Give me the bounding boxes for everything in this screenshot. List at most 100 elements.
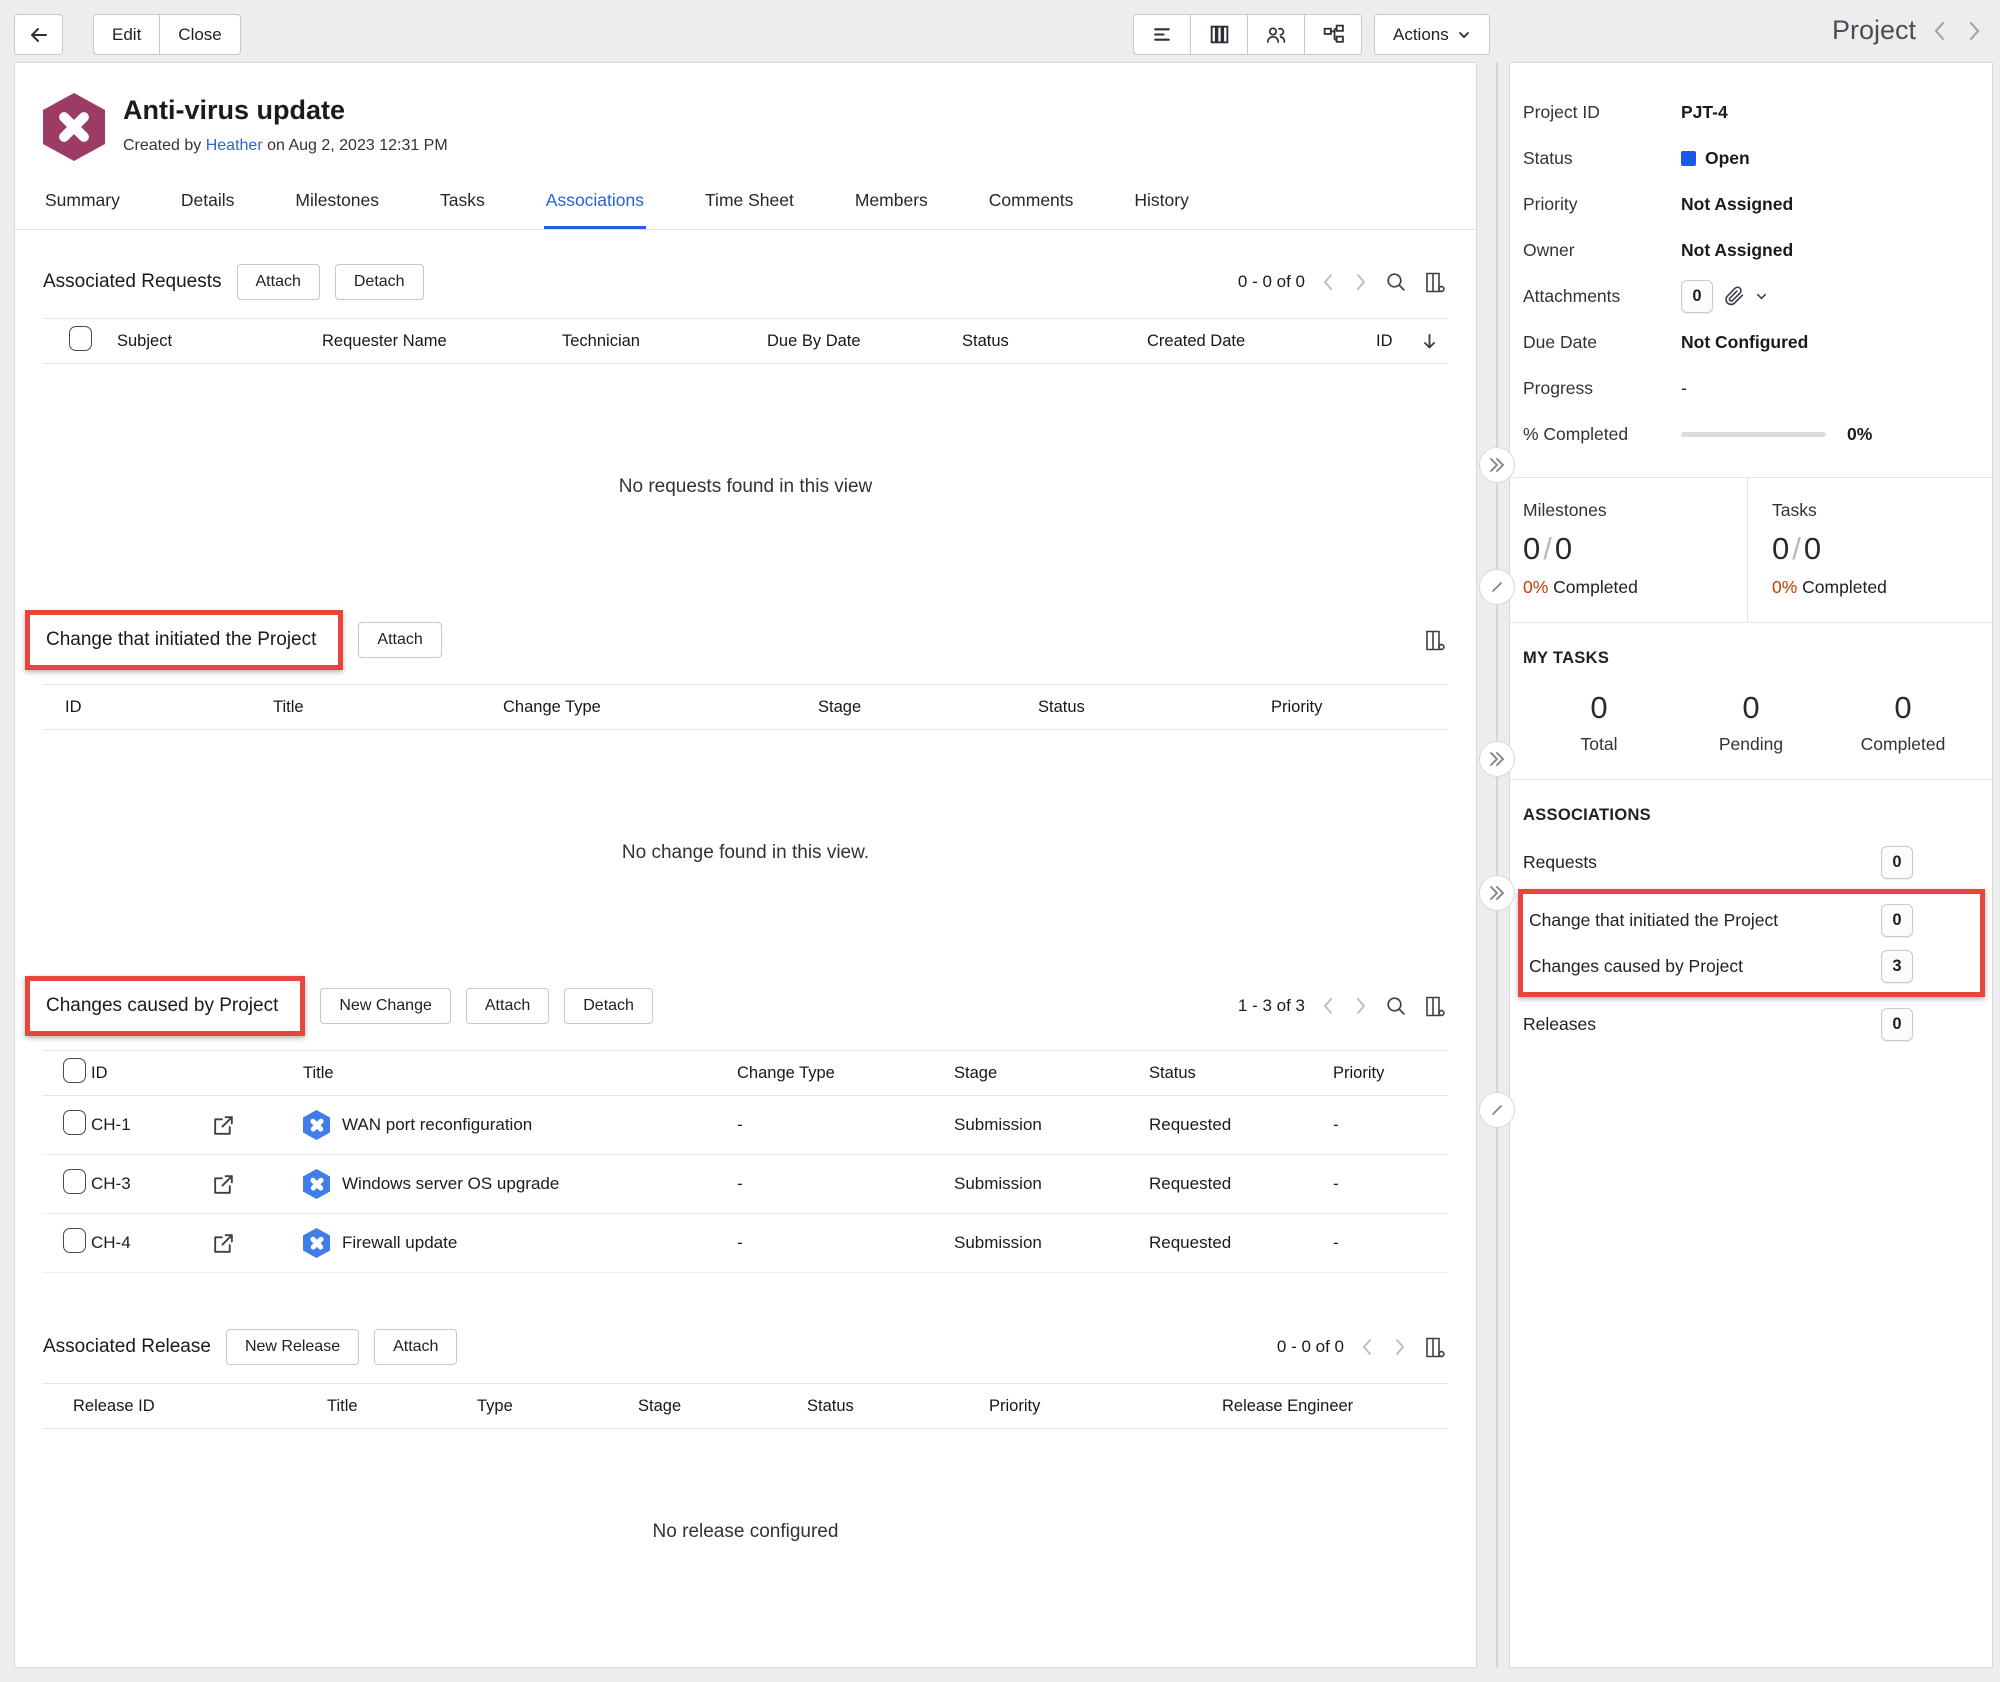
changes-caused-next-page-icon[interactable]	[1352, 995, 1369, 1017]
tab-associations[interactable]: Associations	[544, 177, 646, 229]
tab-comments[interactable]: Comments	[987, 177, 1076, 229]
tab-milestones[interactable]: Milestones	[293, 177, 381, 229]
col-status[interactable]: Status	[1149, 1064, 1333, 1083]
associations-releases-count[interactable]: 0	[1881, 1008, 1913, 1041]
release-attach-button[interactable]: Attach	[374, 1329, 457, 1365]
associations-changes-caused-count[interactable]: 3	[1881, 950, 1913, 983]
attachments-chevron-down-icon[interactable]	[1755, 290, 1768, 303]
requests-select-all-checkbox[interactable]	[69, 326, 92, 351]
change-row[interactable]: CH-3 Windows server OS upgrade - Submiss…	[43, 1155, 1448, 1214]
col-id[interactable]: ID	[1376, 332, 1393, 351]
col-requester-name[interactable]: Requester Name	[322, 332, 562, 351]
row-checkbox[interactable]	[63, 1110, 86, 1135]
priority-value[interactable]: Not Assigned	[1681, 194, 1793, 215]
col-priority[interactable]: Priority	[1333, 1064, 1448, 1083]
change-initiated-attach-button[interactable]: Attach	[358, 622, 441, 658]
new-release-button[interactable]: New Release	[226, 1329, 359, 1365]
col-release-engineer[interactable]: Release Engineer	[1222, 1397, 1448, 1416]
row-checkbox[interactable]	[63, 1228, 86, 1253]
col-due-by-date[interactable]: Due By Date	[767, 332, 962, 351]
due-date-value[interactable]: Not Configured	[1681, 332, 1808, 353]
new-change-button[interactable]: New Change	[320, 988, 451, 1024]
requests-next-page-icon[interactable]	[1352, 271, 1369, 293]
release-next-page-icon[interactable]	[1391, 1336, 1408, 1358]
gantt-view-button[interactable]	[1133, 14, 1191, 55]
change-title[interactable]: WAN port reconfiguration	[342, 1115, 532, 1135]
status-badge[interactable]: Open	[1705, 148, 1750, 169]
change-initiated-column-settings-icon[interactable]	[1423, 628, 1448, 653]
col-status[interactable]: Status	[962, 332, 1147, 351]
tab-summary[interactable]: Summary	[43, 177, 122, 229]
col-id[interactable]: ID	[43, 698, 273, 717]
changes-select-all-checkbox[interactable]	[63, 1058, 86, 1083]
changes-caused-prev-page-icon[interactable]	[1320, 995, 1337, 1017]
tab-members[interactable]: Members	[853, 177, 930, 229]
col-title[interactable]: Title	[303, 1064, 737, 1083]
col-technician[interactable]: Technician	[562, 332, 767, 351]
col-change-type[interactable]: Change Type	[737, 1064, 954, 1083]
hierarchy-view-button[interactable]	[1304, 14, 1362, 55]
release-column-settings-icon[interactable]	[1423, 1335, 1448, 1360]
col-stage[interactable]: Stage	[954, 1064, 1149, 1083]
col-title[interactable]: Title	[327, 1397, 477, 1416]
paperclip-icon[interactable]	[1722, 284, 1746, 308]
tab-history[interactable]: History	[1132, 177, 1190, 229]
resize-handle[interactable]	[1479, 569, 1515, 605]
my-tasks-total-stat[interactable]: 0 Total	[1523, 690, 1675, 755]
open-in-new-window-icon[interactable]	[211, 1172, 303, 1197]
col-status[interactable]: Status	[807, 1397, 989, 1416]
col-stage[interactable]: Stage	[638, 1397, 807, 1416]
row-checkbox[interactable]	[63, 1169, 86, 1194]
change-title[interactable]: Firewall update	[342, 1233, 457, 1253]
requests-attach-button[interactable]: Attach	[237, 264, 320, 300]
tab-details[interactable]: Details	[179, 177, 237, 229]
tasks-stat[interactable]: Tasks 0/0 0% Completed	[1747, 478, 1992, 622]
release-prev-page-icon[interactable]	[1359, 1336, 1376, 1358]
requests-detach-button[interactable]: Detach	[335, 264, 424, 300]
associations-requests-count[interactable]: 0	[1881, 846, 1913, 879]
requests-column-settings-icon[interactable]	[1423, 270, 1448, 295]
associations-change-initiated-count[interactable]: 0	[1881, 904, 1913, 937]
col-priority[interactable]: Priority	[989, 1397, 1222, 1416]
changes-caused-column-settings-icon[interactable]	[1423, 994, 1448, 1019]
next-record-icon[interactable]	[1964, 18, 1984, 44]
changes-caused-detach-button[interactable]: Detach	[564, 988, 653, 1024]
open-in-new-window-icon[interactable]	[211, 1231, 303, 1256]
back-button[interactable]	[14, 14, 63, 55]
col-type[interactable]: Type	[477, 1397, 638, 1416]
my-tasks-pending-stat[interactable]: 0 Pending	[1675, 690, 1827, 755]
milestones-stat[interactable]: Milestones 0/0 0% Completed	[1510, 478, 1747, 622]
open-in-new-window-icon[interactable]	[211, 1113, 303, 1138]
col-change-type[interactable]: Change Type	[503, 698, 818, 717]
collapse-handle[interactable]	[1479, 447, 1515, 483]
col-subject[interactable]: Subject	[117, 332, 322, 351]
change-row[interactable]: CH-4 Firewall update - Submission Reques…	[43, 1214, 1448, 1273]
col-status[interactable]: Status	[1038, 698, 1271, 717]
col-id[interactable]: ID	[91, 1064, 211, 1083]
change-title[interactable]: Windows server OS upgrade	[342, 1174, 559, 1194]
col-title[interactable]: Title	[273, 698, 503, 717]
my-tasks-completed-stat[interactable]: 0 Completed	[1827, 690, 1979, 755]
col-release-id[interactable]: Release ID	[73, 1397, 327, 1416]
column-view-button[interactable]	[1190, 14, 1248, 55]
actions-button[interactable]: Actions	[1374, 14, 1490, 55]
close-button[interactable]: Close	[159, 14, 240, 55]
col-stage[interactable]: Stage	[818, 698, 1038, 717]
edit-button[interactable]: Edit	[93, 14, 160, 55]
tab-time-sheet[interactable]: Time Sheet	[703, 177, 796, 229]
resize-handle[interactable]	[1479, 1092, 1515, 1128]
requests-prev-page-icon[interactable]	[1320, 271, 1337, 293]
author-link[interactable]: Heather	[206, 137, 263, 154]
change-row[interactable]: CH-1 WAN port reconfiguration - Submissi…	[43, 1096, 1448, 1155]
col-created-date[interactable]: Created Date	[1147, 332, 1362, 351]
requests-search-icon[interactable]	[1384, 270, 1408, 294]
associations-requests-row[interactable]: Requests 0	[1523, 839, 1979, 885]
sort-descending-icon[interactable]	[1421, 332, 1438, 351]
associations-changes-caused-row[interactable]: Changes caused by Project 3	[1529, 943, 1913, 989]
previous-record-icon[interactable]	[1930, 18, 1950, 44]
attachments-count-badge[interactable]: 0	[1681, 280, 1713, 313]
owner-value[interactable]: Not Assigned	[1681, 240, 1793, 261]
col-priority[interactable]: Priority	[1271, 698, 1448, 717]
members-view-button[interactable]	[1247, 14, 1305, 55]
collapse-handle[interactable]	[1479, 875, 1515, 911]
